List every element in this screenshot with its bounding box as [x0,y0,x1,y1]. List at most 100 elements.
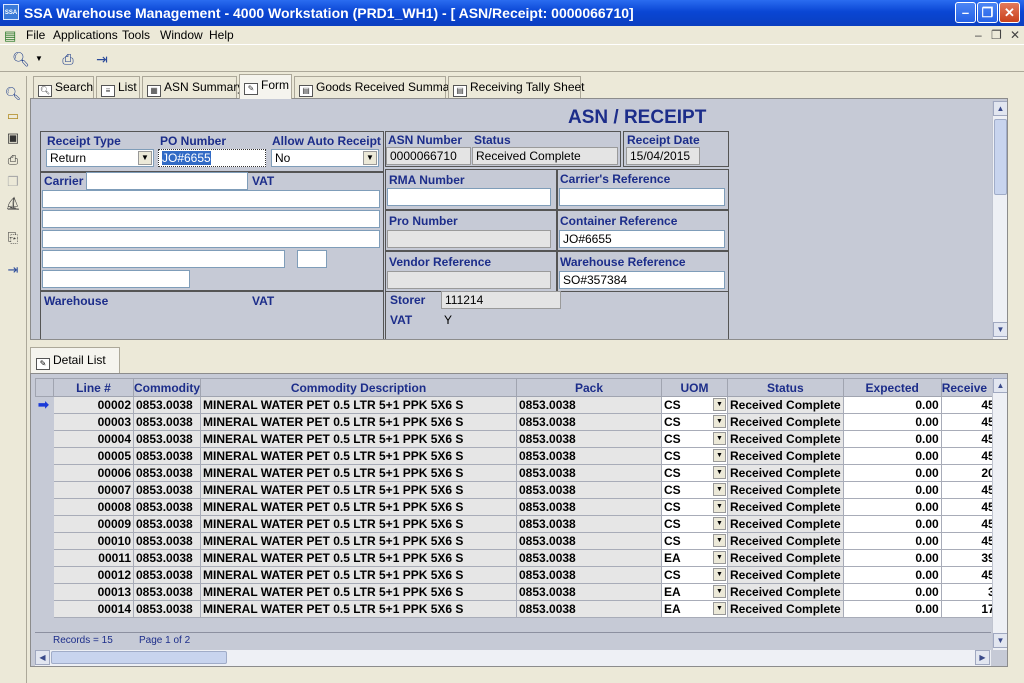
mdi-minimize-icon[interactable]: – [975,28,982,42]
table-row[interactable]: 00006 0853.0038 MINERAL WATER PET 0.5 LTR … [35,464,998,482]
cell-commodity[interactable]: 0853.0038 [133,600,201,618]
cell-commodity[interactable]: 0853.0038 [133,566,201,584]
cell-description[interactable]: MINERAL WATER PET 0.5 LTR 5+1 PPK 5X6 S [200,413,517,431]
col-uom[interactable]: UOM [661,378,728,397]
cell-received[interactable]: 39 [940,549,998,567]
save-icon[interactable]: ▣ [3,128,23,148]
cell-received[interactable]: 45 [940,430,998,448]
scroll-thumb[interactable] [994,119,1007,195]
chevron-down-icon[interactable]: ▼ [713,585,726,598]
exit-icon[interactable]: ⇥ [91,48,113,70]
scroll-thumb[interactable] [51,651,227,664]
cell-expected[interactable]: 0.00 [842,498,942,516]
cell-description[interactable]: MINERAL WATER PET 0.5 LTR 5+1 PPK 5X6 S [200,566,517,584]
cell-status[interactable]: Received Complete [727,413,844,431]
cell-line[interactable]: 00012 [53,566,134,584]
print-icon[interactable]: ⎙ [3,150,23,170]
scroll-up-icon[interactable]: ▲ [993,378,1007,393]
cell-expected[interactable]: 0.00 [842,600,942,618]
po-number-field[interactable]: JO#6655 [158,149,266,167]
cell-pack[interactable]: 0853.0038 [516,413,662,431]
cell-status[interactable]: Received Complete [727,396,844,414]
row-selector[interactable] [35,464,54,482]
col-commodity-description[interactable]: Commodity Description [200,378,517,397]
cell-line[interactable]: 00008 [53,498,134,516]
cell-received[interactable]: 45 [940,481,998,499]
carrier-address-line-1[interactable] [42,190,380,208]
cell-description[interactable]: MINERAL WATER PET 0.5 LTR 5+1 PPK 5X6 S [200,430,517,448]
cell-status[interactable]: Received Complete [727,430,844,448]
scroll-down-icon[interactable]: ▼ [993,322,1007,337]
cell-uom[interactable]: CS ▼ [661,498,728,516]
cell-commodity[interactable]: 0853.0038 [133,515,201,533]
cell-uom[interactable]: CS ▼ [661,464,728,482]
chevron-down-icon[interactable]: ▼ [363,151,377,165]
cell-description[interactable]: MINERAL WATER PET 0.5 LTR 5+1 PPK 5X6 S [200,447,517,465]
chevron-down-icon[interactable]: ▼ [713,602,726,615]
cell-status[interactable]: Received Complete [727,481,844,499]
cell-description[interactable]: MINERAL WATER PET 0.5 LTR 5+1 PPK 5X6 S [200,549,517,567]
chevron-down-icon[interactable]: ▼ [713,432,726,445]
chevron-down-icon[interactable]: ▼ [713,398,726,411]
tab-asn-summary[interactable]: ▦ ASN Summary [142,76,243,98]
cell-received[interactable]: 17 [940,600,998,618]
rma-number-field[interactable] [387,188,551,206]
cell-received[interactable]: 45 [940,532,998,550]
cell-uom[interactable]: EA ▼ [661,583,728,601]
cell-uom[interactable]: EA ▼ [661,549,728,567]
cell-commodity[interactable]: 0853.0038 [133,481,201,499]
cell-pack[interactable]: 0853.0038 [516,515,662,533]
tab-goods-received-summary[interactable]: ▤ Goods Received Summary [294,76,459,98]
menu-window[interactable]: Window [160,28,203,42]
query-icon[interactable]: 🔍︎ [3,84,23,104]
chevron-down-icon[interactable]: ▼ [713,466,726,479]
table-row[interactable]: 00014 0853.0038 MINERAL WATER PET 0.5 LTR … [35,600,998,618]
chevron-down-icon[interactable]: ▼ [713,483,726,496]
row-selector[interactable] [35,583,54,601]
cell-uom[interactable]: CS ▼ [661,396,728,414]
cell-uom[interactable]: CS ▼ [661,430,728,448]
cell-status[interactable]: Received Complete [727,583,844,601]
cell-description[interactable]: MINERAL WATER PET 0.5 LTR 5+1 PPK 5X6 S [200,600,517,618]
cell-uom[interactable]: CS ▼ [661,413,728,431]
cell-expected[interactable]: 0.00 [842,464,942,482]
cell-received[interactable]: 45 [940,498,998,516]
row-selector[interactable] [35,498,54,516]
menu-tools[interactable]: Tools [122,28,150,42]
cell-received[interactable]: 3 [940,583,998,601]
exit-icon[interactable]: ⇥ [3,260,23,280]
cell-pack[interactable]: 0853.0038 [516,396,662,414]
cell-expected[interactable]: 0.00 [842,396,942,414]
cell-commodity[interactable]: 0853.0038 [133,396,201,414]
cell-uom[interactable]: EA ▼ [661,600,728,618]
row-selector[interactable] [35,549,54,567]
col-commodity[interactable]: Commodity [133,378,201,397]
table-row[interactable]: ➡ 00002 0853.0038 MINERAL WATER PET 0.5 LTR… [35,396,998,414]
tab-receiving-tally-sheet[interactable]: ▤ Receiving Tally Sheet [448,76,585,98]
cell-line[interactable]: 00007 [53,481,134,499]
cell-commodity[interactable]: 0853.0038 [133,413,201,431]
col-line[interactable]: Line # [53,378,134,397]
table-row[interactable]: 00005 0853.0038 MINERAL WATER PET 0.5 LTR … [35,447,998,465]
table-row[interactable]: 00004 0853.0038 MINERAL WATER PET 0.5 LTR … [35,430,998,448]
report-icon[interactable]: ⎘ [3,228,23,248]
tab-list[interactable]: ≡ List [96,76,140,98]
cell-status[interactable]: Received Complete [727,566,844,584]
scroll-up-icon[interactable]: ▲ [993,101,1007,116]
cell-received[interactable]: 45 [940,413,998,431]
receipt-type-select[interactable]: Return ▼ [46,149,154,167]
cell-expected[interactable]: 0.00 [842,549,942,567]
carrier-state-field[interactable] [297,250,327,268]
cell-expected[interactable]: 0.00 [842,413,942,431]
cell-expected[interactable]: 0.00 [842,447,942,465]
mdi-restore-icon[interactable]: ❐ [991,28,1002,42]
cell-status[interactable]: Received Complete [727,464,844,482]
row-selector[interactable] [35,481,54,499]
row-selector[interactable]: ➡ [35,396,54,414]
cell-commodity[interactable]: 0853.0038 [133,447,201,465]
cell-pack[interactable]: 0853.0038 [516,583,662,601]
cell-pack[interactable]: 0853.0038 [516,498,662,516]
table-row[interactable]: 00012 0853.0038 MINERAL WATER PET 0.5 LTR … [35,566,998,584]
cell-status[interactable]: Received Complete [727,549,844,567]
table-row[interactable]: 00010 0853.0038 MINERAL WATER PET 0.5 LTR … [35,532,998,550]
